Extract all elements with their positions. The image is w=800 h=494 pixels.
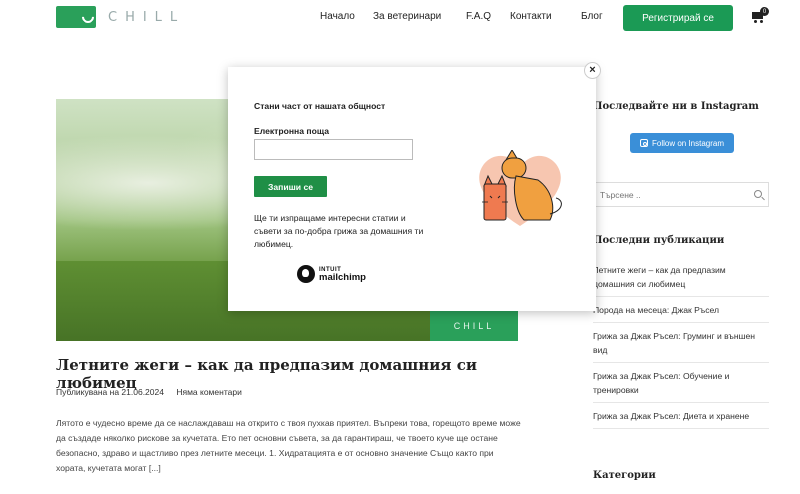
categories-heading: Категории — [593, 470, 656, 481]
nav-item-blog[interactable]: Блог — [581, 11, 603, 22]
search-icon[interactable] — [754, 190, 762, 198]
instagram-icon — [639, 139, 648, 147]
cart-count-badge: 0 — [760, 7, 769, 16]
email-field[interactable] — [254, 139, 413, 160]
mailchimp-logo[interactable]: INTUIT mailchimp — [297, 265, 366, 283]
post-comments-link[interactable]: Няма коментари — [176, 387, 241, 397]
logo-mark-icon — [56, 6, 97, 28]
popup-description: Ще ти изпращаме интересни статии и съвет… — [254, 213, 424, 249]
popup-heading: Стани част от нашата общност — [254, 101, 386, 111]
site-header: CHILL Начало За ветеринари F.A.Q Контакт… — [0, 0, 800, 36]
nav-item-home[interactable]: Начало — [320, 11, 355, 22]
nav-item-vets[interactable]: За ветеринари — [373, 11, 441, 22]
post-excerpt: Лятото е чудесно време да се наслаждаваш… — [56, 418, 521, 473]
recent-posts-list: Летните жеги – как да предпазим домашния… — [593, 261, 769, 429]
nav-item-faq[interactable]: F.A.Q — [466, 11, 491, 22]
post-date: Публикувана на 21.06.2024 — [56, 387, 164, 397]
recent-post-link[interactable]: Порода на месеца: Джак Ръсел — [593, 297, 769, 323]
recent-posts-heading: Последни публикации — [593, 235, 725, 246]
email-label: Електронна поща — [254, 126, 329, 136]
register-button[interactable]: Регистрирай се — [623, 5, 733, 31]
post-meta: Публикувана на 21.06.2024 Няма коментари — [56, 387, 242, 397]
instagram-follow-label: Follow on Instagram — [651, 138, 725, 148]
close-icon[interactable]: × — [584, 62, 601, 79]
search-box — [593, 182, 769, 207]
recent-post-link[interactable]: Грижа за Джак Ръсел: Диета и хранене — [593, 403, 769, 429]
hero-logo-badge: CHILL — [430, 311, 518, 341]
subscribe-button[interactable]: Запиши се — [254, 176, 327, 197]
instagram-follow-button[interactable]: Follow on Instagram — [630, 133, 734, 153]
site-logo[interactable]: CHILL — [56, 6, 185, 28]
mailchimp-icon — [297, 265, 315, 283]
search-input[interactable] — [600, 188, 740, 202]
nav-item-contacts[interactable]: Контакти — [510, 11, 552, 22]
instagram-heading: Последвайте ни в Instagram — [593, 101, 759, 112]
logo-text: CHILL — [108, 9, 186, 25]
recent-post-link[interactable]: Грижа за Джак Ръсел: Обучение и трениров… — [593, 363, 769, 403]
pets-illustration-icon — [479, 150, 562, 226]
mailchimp-brand: mailchimp — [319, 272, 366, 283]
recent-post-link[interactable]: Летните жеги – как да предпазим домашния… — [593, 261, 769, 297]
recent-post-link[interactable]: Грижа за Джак Ръсел: Груминг и външен ви… — [593, 323, 769, 363]
